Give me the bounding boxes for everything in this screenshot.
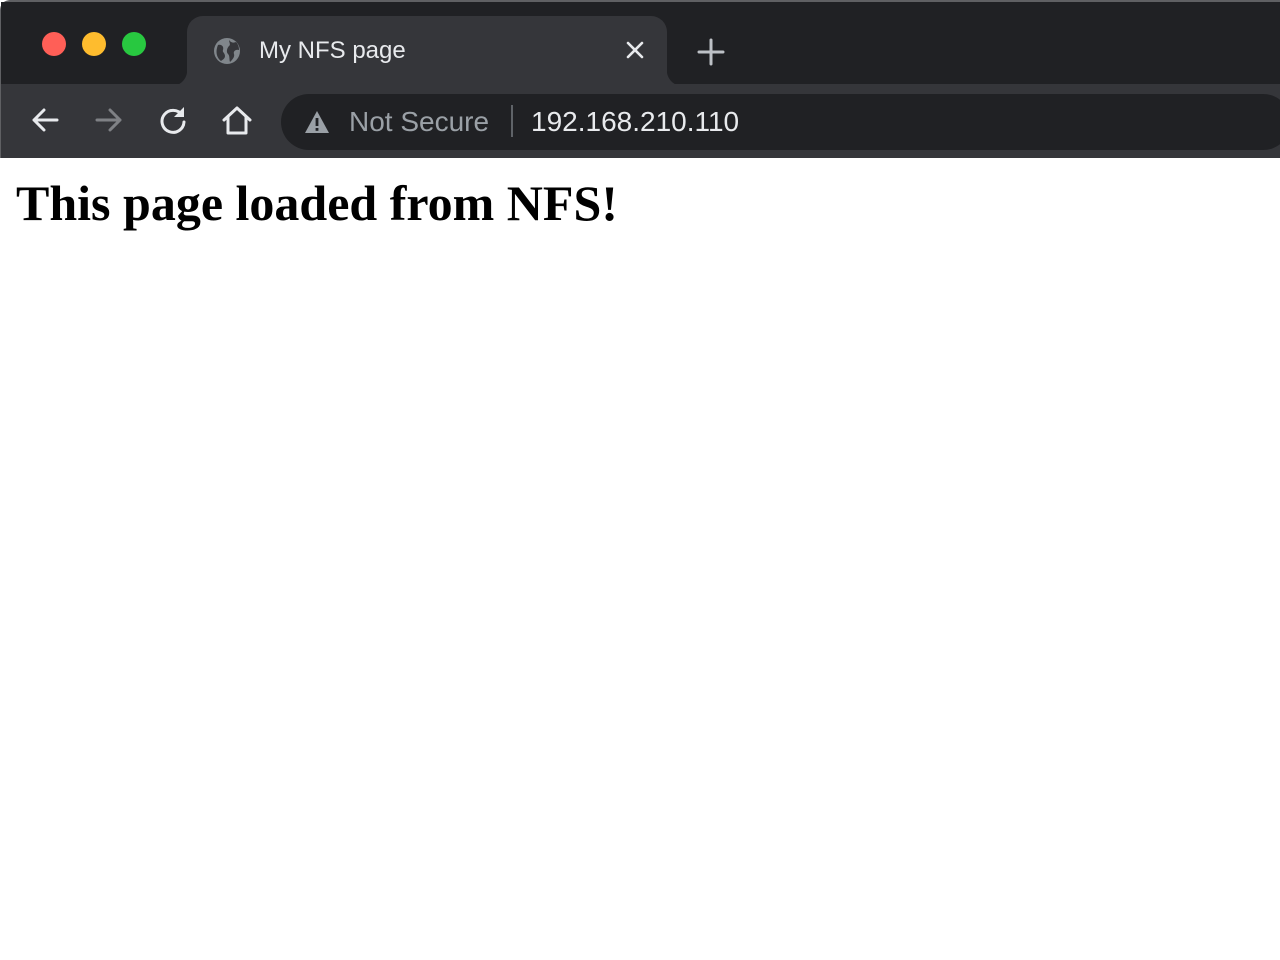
new-tab-button[interactable] <box>695 36 727 68</box>
arrow-left-icon <box>32 108 59 132</box>
window-close-button[interactable] <box>42 32 66 56</box>
navigation-toolbar: Not Secure 192.168.210.110 <box>1 84 1280 158</box>
globe-icon <box>212 36 242 66</box>
back-button[interactable] <box>27 102 63 138</box>
browser-chrome: My NFS page Not Secure 192.168.210.110 <box>0 0 1280 160</box>
reload-button[interactable] <box>155 102 191 138</box>
forward-button[interactable] <box>91 102 127 138</box>
home-button[interactable] <box>219 102 255 138</box>
page-heading: This page loaded from NFS! <box>16 175 618 231</box>
page-content: This page loaded from NFS! <box>0 158 1280 960</box>
warning-triangle-icon[interactable] <box>303 108 331 136</box>
tab-title: My NFS page <box>259 37 406 64</box>
omnibox-divider <box>511 105 513 137</box>
reload-icon <box>160 107 186 134</box>
window-minimize-button[interactable] <box>82 32 106 56</box>
plus-icon <box>697 38 725 66</box>
security-label[interactable]: Not Secure <box>349 105 489 139</box>
tab-close-icon[interactable] <box>623 38 647 62</box>
tab-my-nfs-page[interactable]: My NFS page <box>171 16 683 86</box>
tab-strip: My NFS page <box>1 2 1280 86</box>
home-icon <box>222 106 252 135</box>
browser-window: My NFS page Not Secure 192.168.210.110 T… <box>0 0 1280 960</box>
url-text[interactable]: 192.168.210.110 <box>531 105 739 139</box>
window-zoom-button[interactable] <box>122 32 146 56</box>
arrow-right-icon <box>95 108 122 132</box>
address-bar[interactable]: Not Secure 192.168.210.110 <box>281 94 1280 150</box>
